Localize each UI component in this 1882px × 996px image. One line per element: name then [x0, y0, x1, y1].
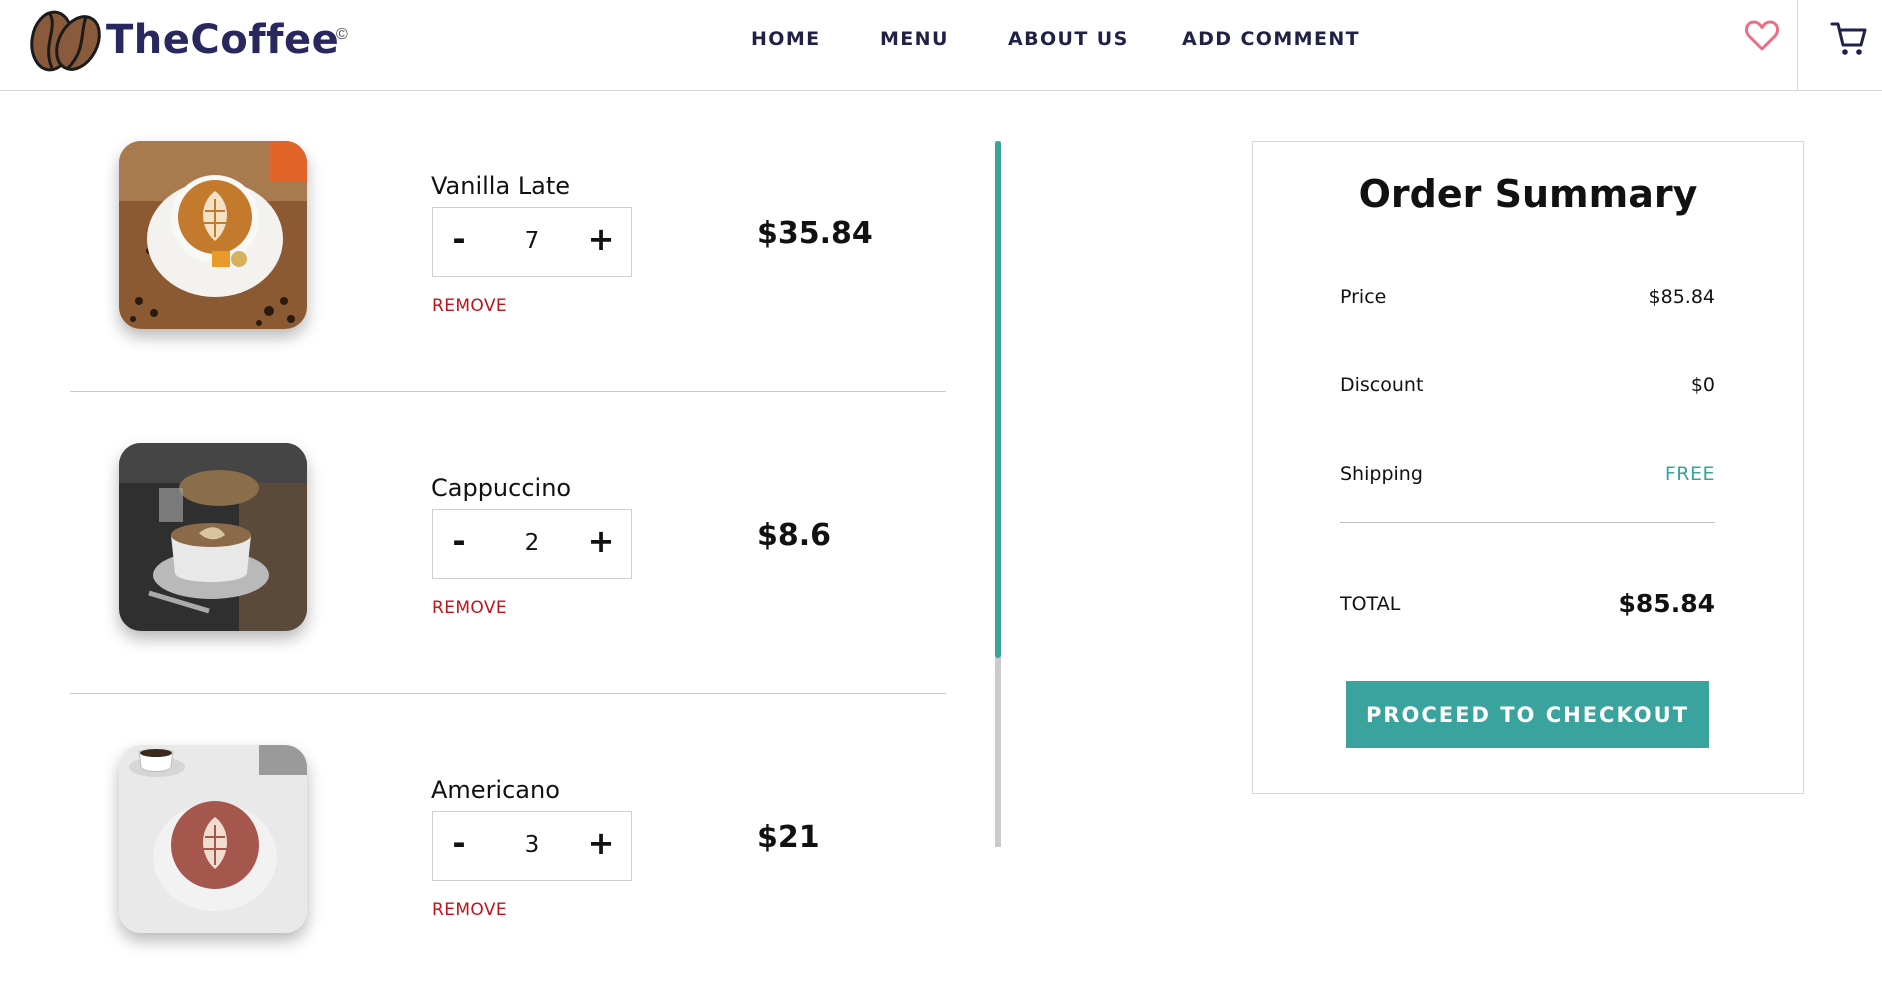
cart-item: Vanilla Late - 7 + REMOVE $35.84	[70, 90, 946, 392]
cart-item: Americano - 3 + REMOVE $21	[70, 694, 946, 996]
proceed-to-checkout-button[interactable]: PROCEED TO CHECKOUT	[1346, 681, 1709, 748]
nav-home[interactable]: HOME	[751, 28, 821, 50]
nav-about-us[interactable]: ABOUT US	[1008, 28, 1129, 50]
item-price: $35.84	[757, 216, 873, 251]
product-image	[119, 141, 307, 329]
price-value: $85.84	[1648, 286, 1715, 308]
nav-add-comment[interactable]: ADD COMMENT	[1182, 28, 1360, 50]
shipping-value: FREE	[1664, 463, 1715, 485]
heart-icon[interactable]	[1745, 20, 1779, 52]
order-summary-panel: Order Summary Price $85.84 Discount $0 S…	[1252, 141, 1804, 794]
cart-scrollbar-thumb[interactable]	[995, 141, 1001, 658]
discount-label: Discount	[1340, 374, 1424, 396]
increase-quantity-button[interactable]: +	[581, 824, 621, 862]
product-name: Cappuccino	[431, 474, 572, 502]
item-price: $8.6	[757, 518, 832, 553]
order-summary-title: Order Summary	[1358, 172, 1698, 216]
summary-divider	[1340, 522, 1715, 523]
quantity-value[interactable]: 7	[503, 228, 561, 254]
main-nav: HOME MENU ABOUT US ADD COMMENT	[0, 28, 1882, 52]
quantity-stepper: - 7 +	[432, 207, 632, 277]
product-name: Vanilla Late	[431, 172, 571, 200]
product-name: Americano	[431, 776, 560, 804]
quantity-stepper: - 3 +	[432, 811, 632, 881]
decrease-quantity-button[interactable]: -	[439, 824, 479, 862]
decrease-quantity-button[interactable]: -	[439, 522, 479, 560]
quantity-value[interactable]: 3	[503, 832, 561, 858]
remove-item-link[interactable]: REMOVE	[432, 900, 507, 920]
cart-item: Cappuccino - 2 + REMOVE $8.6	[70, 392, 946, 694]
total-label: TOTAL	[1340, 593, 1401, 615]
cart-icon[interactable]	[1830, 20, 1868, 58]
remove-item-link[interactable]: REMOVE	[432, 296, 507, 316]
remove-item-link[interactable]: REMOVE	[432, 598, 507, 618]
product-image	[119, 443, 307, 631]
site-header: TheCoffee © HOME MENU ABOUT US ADD COMME…	[0, 0, 1882, 91]
discount-value: $0	[1690, 374, 1715, 396]
shipping-label: Shipping	[1340, 463, 1423, 485]
nav-menu[interactable]: MENU	[880, 28, 949, 50]
price-label: Price	[1340, 286, 1387, 308]
quantity-stepper: - 2 +	[432, 509, 632, 579]
increase-quantity-button[interactable]: +	[581, 220, 621, 258]
decrease-quantity-button[interactable]: -	[439, 220, 479, 258]
product-image	[119, 745, 307, 933]
total-value: $85.84	[1618, 589, 1715, 618]
quantity-value[interactable]: 2	[503, 530, 561, 556]
increase-quantity-button[interactable]: +	[581, 522, 621, 560]
header-divider	[1797, 0, 1798, 90]
item-price: $21	[757, 820, 820, 855]
